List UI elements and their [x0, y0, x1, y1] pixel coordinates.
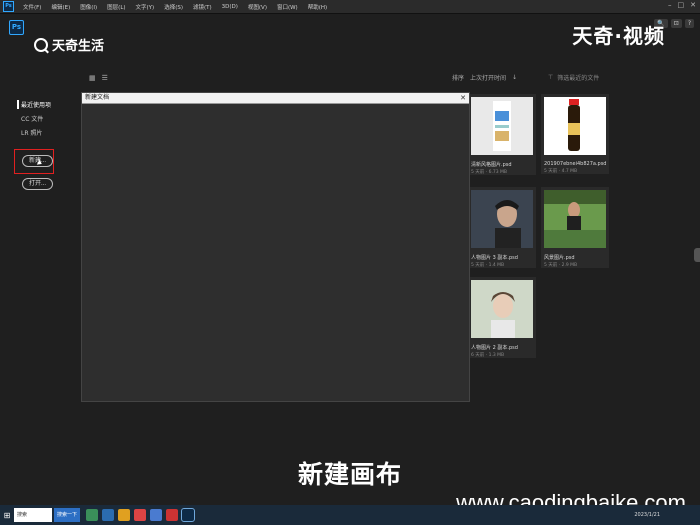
- menu-bar: Ps 文件(F) 编辑(E) 图像(I) 图层(L) 文字(Y) 选择(S) 滤…: [0, 0, 700, 14]
- file-meta: 6 天前 · 1.3 MB: [471, 353, 505, 358]
- file-name: 清新风格图片.psd: [471, 162, 512, 168]
- dialog-title-bar: 新建文档 ✕: [82, 93, 469, 104]
- menu-filter[interactable]: 滤镜(T): [188, 3, 217, 11]
- file-meta: 5 天前 · 6.73 MB: [471, 170, 508, 175]
- recent-file-card[interactable]: 人物图片 2 副本.psd 6 天前 · 1.3 MB: [468, 277, 536, 358]
- dialog-title: 新建文档: [85, 94, 110, 101]
- taskbar-search-input[interactable]: 搜索: [14, 508, 52, 522]
- close-window-button[interactable]: ✕: [690, 1, 696, 9]
- browser-icon[interactable]: [150, 509, 162, 521]
- recent-file-card[interactable]: 人物图片 3 副本.psd 5 天前 · 1.4 MB: [468, 187, 536, 268]
- menu-help[interactable]: 帮助(H): [303, 3, 332, 11]
- edge-icon[interactable]: [102, 509, 114, 521]
- new-document-dialog: 新建文档 ✕: [81, 92, 470, 402]
- taskbar: ⊞ 搜索 搜索一下 2023/1/21: [0, 505, 700, 525]
- workspace-icon[interactable]: ⊡: [670, 19, 682, 28]
- help-icon[interactable]: ?: [684, 19, 694, 28]
- sort-control: 排序 上次打开时间 ↓: [452, 73, 517, 82]
- menu-select[interactable]: 选择(S): [159, 3, 188, 11]
- file-thumbnail: [471, 97, 533, 155]
- photoshop-taskbar-icon[interactable]: [181, 508, 195, 522]
- file-thumbnail: [471, 190, 533, 248]
- file-thumbnail: [471, 280, 533, 338]
- windows-start-icon[interactable]: ⊞: [0, 511, 14, 520]
- sidebar-item-lr-photos[interactable]: LR 照片: [21, 128, 51, 137]
- watermark-logo-icon: [34, 37, 48, 52]
- file-name: 201907ebnei4b827a.psd: [544, 161, 607, 167]
- file-name: 人物图片 2 副本.psd: [471, 345, 518, 351]
- photoshop-logo-icon: Ps: [9, 20, 24, 35]
- sort-label: 排序: [452, 75, 465, 82]
- menu-edit[interactable]: 编辑(E): [46, 3, 75, 11]
- file-thumbnail: [544, 97, 606, 155]
- recent-file-card[interactable]: 风景图片.psd 5 天前 · 2.9 MB: [541, 187, 609, 268]
- window-controls: – □ ✕: [668, 1, 696, 9]
- menu-window[interactable]: 窗口(W): [272, 3, 303, 11]
- watermark-left: 天奇生活: [34, 35, 104, 54]
- system-tray: 2023/1/21: [634, 512, 660, 518]
- menu-3d[interactable]: 3D(D): [217, 4, 243, 10]
- folder-icon[interactable]: [118, 509, 130, 521]
- recent-file-card[interactable]: 清新风格图片.psd 5 天前 · 6.73 MB: [468, 94, 536, 175]
- grid-view-icon[interactable]: ▦: [89, 74, 96, 82]
- recent-file-card[interactable]: 201907ebnei4b827a.psd 5 天前 · 4.7 MB: [541, 94, 609, 174]
- taskbar-search-button[interactable]: 搜索一下: [54, 508, 80, 522]
- photoshop-mini-icon: Ps: [3, 1, 14, 12]
- menu-image[interactable]: 图像(I): [75, 3, 102, 11]
- tray-clock[interactable]: 2023/1/21: [634, 512, 660, 518]
- filter-control: ⊤ 筛选最近的文件: [548, 73, 599, 82]
- wechat-icon[interactable]: [86, 509, 98, 521]
- minimize-button[interactable]: –: [668, 1, 672, 9]
- chrome-icon[interactable]: [134, 509, 146, 521]
- sort-direction-icon[interactable]: ↓: [512, 74, 517, 81]
- file-name: 风景图片.psd: [544, 255, 575, 261]
- file-meta: 5 天前 · 1.4 MB: [471, 263, 505, 268]
- file-name: 人物图片 3 副本.psd: [471, 255, 518, 261]
- watermark-left-text: 天奇生活: [52, 39, 105, 54]
- view-toggle: ▦ ☰: [89, 74, 108, 82]
- open-button[interactable]: 打开...: [22, 178, 54, 190]
- wps-icon[interactable]: [166, 509, 178, 521]
- file-meta: 5 天前 · 2.9 MB: [544, 263, 578, 268]
- sort-dropdown[interactable]: 上次打开时间: [470, 73, 506, 82]
- filter-input[interactable]: 筛选最近的文件: [557, 73, 599, 82]
- file-meta: 5 天前 · 4.7 MB: [544, 169, 578, 174]
- menu-file[interactable]: 文件(F): [18, 3, 46, 11]
- sidebar-item-cc-files[interactable]: CC 文件: [21, 114, 51, 123]
- menu-layer[interactable]: 图层(L): [102, 3, 130, 11]
- home-sidebar: 最近使用项 CC 文件 LR 照片: [17, 100, 51, 142]
- video-subtitle: 新建画布: [297, 460, 402, 489]
- sidebar-item-recent[interactable]: 最近使用项: [17, 100, 51, 109]
- filter-icon: ⊤: [548, 74, 554, 81]
- close-icon[interactable]: ✕: [460, 93, 466, 103]
- file-thumbnail: [544, 190, 606, 248]
- side-panel-handle[interactable]: [694, 248, 700, 262]
- list-view-icon[interactable]: ☰: [102, 74, 108, 82]
- watermark-right: 天奇·视频: [572, 24, 665, 48]
- menu-view[interactable]: 视图(V): [243, 3, 272, 11]
- menu-type[interactable]: 文字(Y): [131, 3, 160, 11]
- maximize-button[interactable]: □: [678, 1, 685, 9]
